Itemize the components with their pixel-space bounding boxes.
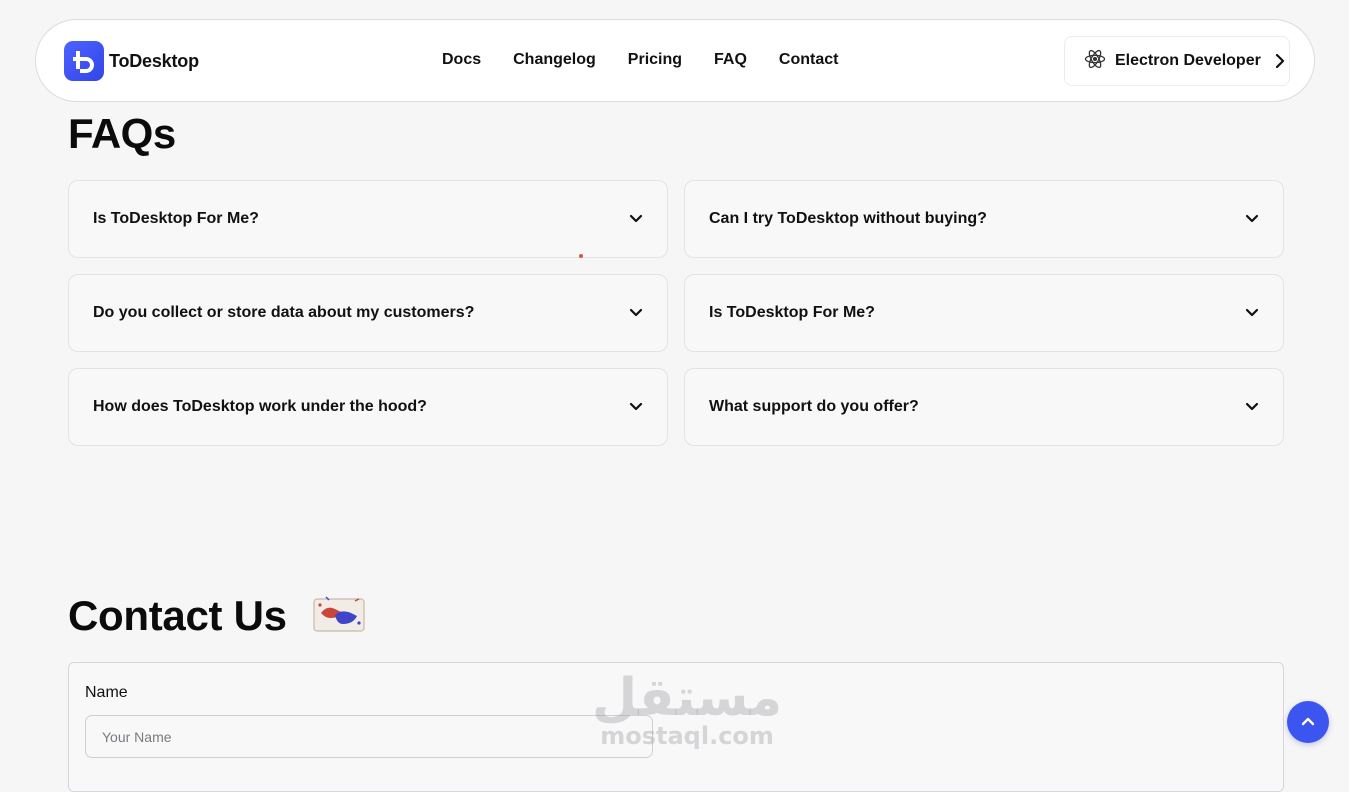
faq-list: Is ToDesktop For Me? Can I try ToDesktop… <box>68 180 1284 446</box>
faq-item[interactable]: Is ToDesktop For Me? <box>684 274 1284 352</box>
faq-question: Is ToDesktop For Me? <box>93 210 259 227</box>
chevron-down-icon <box>1245 402 1259 412</box>
electron-developer-label: Electron Developer <box>1115 52 1261 69</box>
nav-faq[interactable]: FAQ <box>714 51 747 69</box>
brand-logo[interactable]: ToDesktop <box>64 41 199 81</box>
contact-heading-row: Contact Us <box>68 592 369 640</box>
nav-changelog[interactable]: Changelog <box>513 51 596 69</box>
contact-heading: Contact Us <box>68 592 287 639</box>
faq-item[interactable]: How does ToDesktop work under the hood? <box>68 368 668 446</box>
contact-form: Name <box>68 662 1284 792</box>
faq-question: What support do you offer? <box>709 398 919 415</box>
scroll-to-top-button[interactable] <box>1287 701 1329 743</box>
name-input[interactable] <box>85 715 653 758</box>
chevron-down-icon <box>629 402 643 412</box>
chevron-up-icon <box>1301 713 1315 731</box>
nav-docs[interactable]: Docs <box>442 51 481 69</box>
decorative-dot <box>579 254 583 258</box>
chevron-down-icon <box>629 308 643 318</box>
top-navbar: ToDesktop Docs Changelog Pricing FAQ Con… <box>35 19 1315 102</box>
faq-question: Can I try ToDesktop without buying? <box>709 210 987 227</box>
chevron-right-icon <box>1274 54 1286 68</box>
faq-heading: FAQs <box>68 110 176 157</box>
handshake-icon <box>311 593 369 640</box>
chevron-down-icon <box>1245 214 1259 224</box>
faq-item[interactable]: Is ToDesktop For Me? <box>68 180 668 258</box>
todesktop-logo-icon <box>64 41 104 81</box>
brand-name: ToDesktop <box>109 50 199 71</box>
name-label: Name <box>85 684 128 701</box>
main-nav: Docs Changelog Pricing FAQ Contact <box>442 51 838 69</box>
nav-contact[interactable]: Contact <box>779 51 839 69</box>
electron-developer-button[interactable]: Electron Developer <box>1064 36 1290 86</box>
faq-item[interactable]: What support do you offer? <box>684 368 1284 446</box>
nav-pricing[interactable]: Pricing <box>628 51 682 69</box>
faq-item[interactable]: Can I try ToDesktop without buying? <box>684 180 1284 258</box>
faq-question: Is ToDesktop For Me? <box>709 304 875 321</box>
faq-question: How does ToDesktop work under the hood? <box>93 398 427 415</box>
chevron-down-icon <box>629 214 643 224</box>
electron-atom-icon <box>1084 48 1106 75</box>
faq-question: Do you collect or store data about my cu… <box>93 304 475 321</box>
chevron-down-icon <box>1245 308 1259 318</box>
faq-item[interactable]: Do you collect or store data about my cu… <box>68 274 668 352</box>
